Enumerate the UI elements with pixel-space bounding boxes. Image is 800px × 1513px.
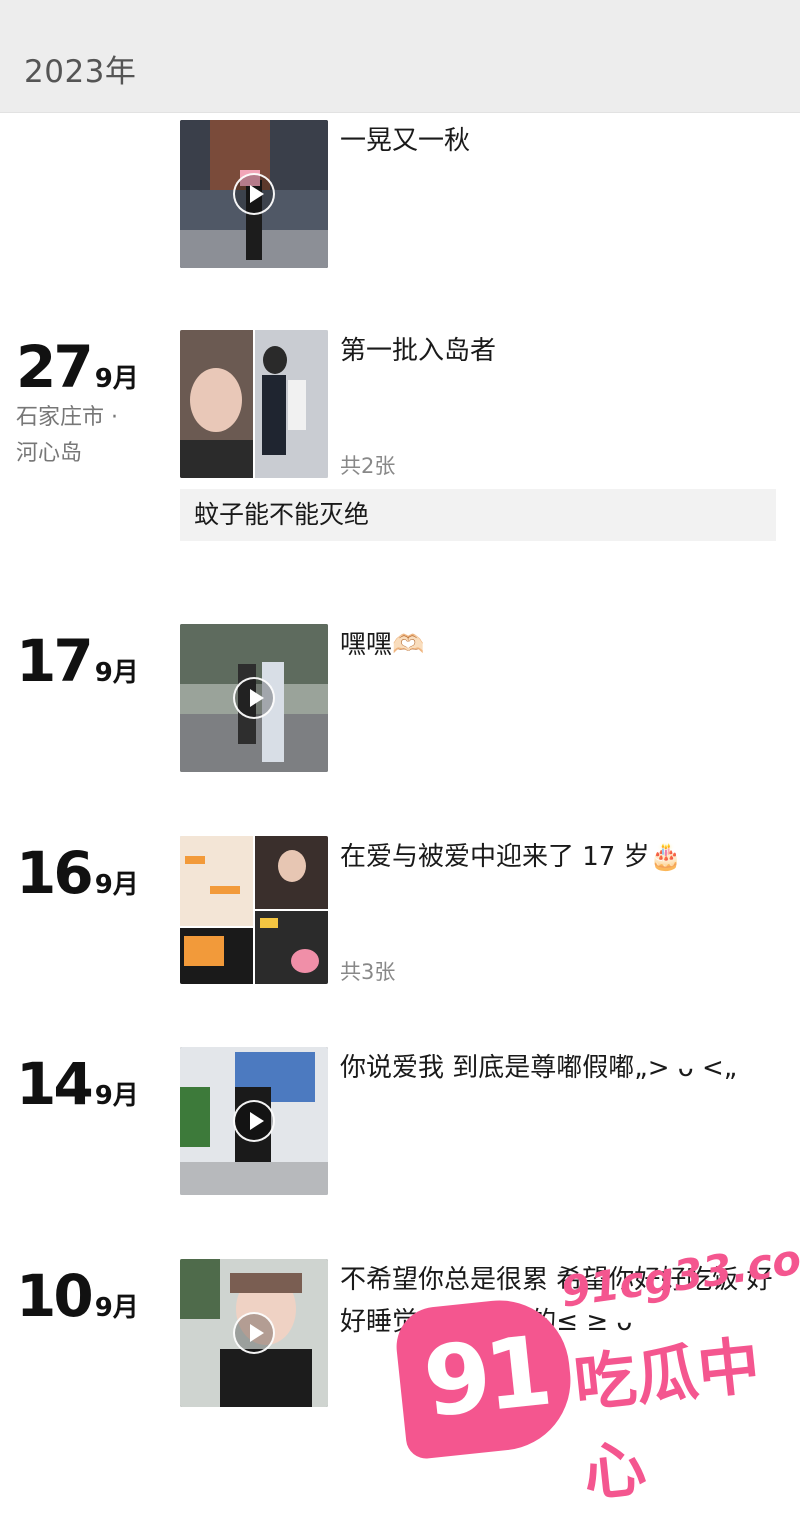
date-day: 16 <box>16 839 94 907</box>
watermark-url: 91cg33.com <box>557 1228 800 1317</box>
watermark-badge: 91 <box>392 1293 578 1461</box>
date-month: 9月 <box>94 1081 139 1111</box>
video-thumbnail[interactable] <box>180 1259 328 1407</box>
date-month: 9月 <box>94 1293 139 1323</box>
video-thumbnail[interactable] <box>180 120 328 268</box>
video-thumbnail[interactable] <box>180 1047 328 1195</box>
year-label: 2023年 <box>24 54 137 90</box>
post-date: 17 9月 <box>16 632 139 690</box>
play-icon <box>233 173 275 215</box>
date-month: 9月 <box>94 870 139 900</box>
video-thumbnail[interactable] <box>180 624 328 772</box>
post-caption: 你说爱我 到底是尊嘟假嘟„> ᴗ <„ <box>340 1053 738 1083</box>
post-caption: 一晃又一秋 <box>340 126 471 156</box>
play-icon <box>233 1312 275 1354</box>
location-line: 石家庄市 · <box>16 405 118 430</box>
location-line: 河心岛 <box>16 441 83 466</box>
photo-count: 共3张 <box>340 960 396 984</box>
text-post[interactable]: 蚊子能不能灭绝 <box>180 489 776 541</box>
post-date: 10 9月 <box>16 1267 139 1325</box>
post-date: 27 9月 <box>16 338 139 396</box>
post-caption: 第一批入岛者 <box>340 336 497 366</box>
post-location[interactable]: 石家庄市 · 河心岛 <box>16 400 156 472</box>
thumbnail-image <box>180 836 328 984</box>
date-day: 27 <box>16 333 94 401</box>
thumbnail-image <box>180 330 328 478</box>
watermark-name: 吃瓜中心 <box>570 1328 764 1511</box>
photo-grid[interactable] <box>180 836 328 984</box>
date-month: 9月 <box>94 658 139 688</box>
date-day: 14 <box>16 1050 94 1118</box>
date-day: 10 <box>16 1262 94 1330</box>
date-month: 9月 <box>94 364 139 394</box>
post-date: 14 9月 <box>16 1055 139 1113</box>
photo-count: 共2张 <box>340 454 396 478</box>
watermark: 91 91cg33.com 吃瓜中心 <box>392 1228 800 1510</box>
photo-grid[interactable] <box>180 330 328 478</box>
post-caption: 嘿嘿🫶🏻 <box>340 630 425 660</box>
post-date: 16 9月 <box>16 844 139 902</box>
post-caption: 在爱与被爱中迎来了 17 岁🎂 <box>340 842 682 872</box>
date-day: 17 <box>16 627 94 695</box>
play-icon <box>233 1100 275 1142</box>
play-icon <box>233 677 275 719</box>
top-bar: 2023年 <box>0 0 800 113</box>
